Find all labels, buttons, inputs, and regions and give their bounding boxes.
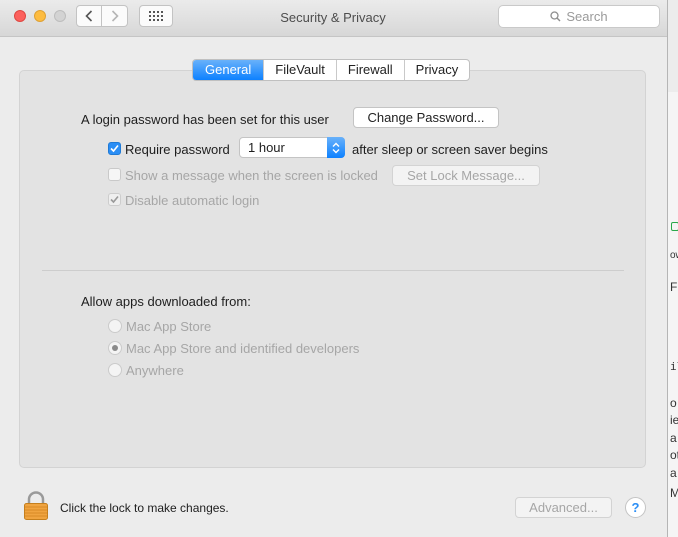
require-password-checkbox[interactable] <box>108 142 121 155</box>
select-stepper <box>327 137 345 158</box>
chevron-left-icon <box>85 10 93 22</box>
search-field[interactable]: Search <box>498 5 660 28</box>
change-password-button[interactable]: Change Password... <box>353 107 499 128</box>
lock-icon <box>24 491 48 520</box>
lock-button[interactable] <box>23 491 49 521</box>
up-down-chevron-icon <box>332 142 340 153</box>
show-message-label: Show a message when the screen is locked <box>125 168 378 183</box>
disable-auto-login-checkbox[interactable] <box>108 193 121 206</box>
lock-text: Click the lock to make changes. <box>60 501 229 515</box>
title-bar: Security & Privacy Search <box>0 0 667 37</box>
security-privacy-window: Security & Privacy Search General FileVa… <box>0 0 667 537</box>
forward-button[interactable] <box>102 5 128 27</box>
checkmark-icon <box>110 195 119 204</box>
zoom-window-button[interactable] <box>54 10 66 22</box>
radio-identified-developers[interactable] <box>108 341 122 355</box>
show-message-checkbox[interactable] <box>108 168 121 181</box>
back-button[interactable] <box>76 5 102 27</box>
after-sleep-text: after sleep or screen saver begins <box>352 142 548 157</box>
checkmark-icon <box>110 144 119 153</box>
help-button[interactable]: ? <box>625 497 646 518</box>
set-lock-message-button[interactable]: Set Lock Message... <box>392 165 540 186</box>
background-window: ow F ile o ie a ot a M <box>667 0 678 537</box>
minimize-window-button[interactable] <box>34 10 46 22</box>
lock-icon <box>671 222 678 231</box>
grid-icon <box>149 11 163 21</box>
tab-bar: General FileVault Firewall Privacy <box>192 59 471 81</box>
radio-mac-app-store[interactable] <box>108 319 122 333</box>
radio-identified-developers-label: Mac App Store and identified developers <box>126 341 360 356</box>
radio-mac-app-store-label: Mac App Store <box>126 319 212 334</box>
disable-auto-login-label: Disable automatic login <box>125 193 260 208</box>
content-panel <box>19 70 646 468</box>
allow-apps-heading: Allow apps downloaded from: <box>81 294 251 309</box>
tab-general[interactable]: General <box>193 60 264 80</box>
close-window-button[interactable] <box>14 10 26 22</box>
radio-anywhere-label: Anywhere <box>126 363 184 378</box>
chevron-right-icon <box>111 10 119 22</box>
tab-privacy[interactable]: Privacy <box>403 60 470 80</box>
tab-firewall[interactable]: Firewall <box>335 60 404 80</box>
radio-anywhere[interactable] <box>108 363 122 377</box>
window-title: Security & Privacy <box>280 10 386 25</box>
require-password-label: Require password <box>125 142 230 157</box>
advanced-button[interactable]: Advanced... <box>515 497 612 518</box>
login-password-text: A login password has been set for this u… <box>81 112 329 127</box>
require-password-delay-select[interactable]: 1 hour <box>239 137 345 158</box>
section-divider <box>42 270 624 271</box>
select-value: 1 hour <box>248 140 285 155</box>
tab-filevault[interactable]: FileVault <box>263 60 336 80</box>
show-all-button[interactable] <box>139 5 173 27</box>
